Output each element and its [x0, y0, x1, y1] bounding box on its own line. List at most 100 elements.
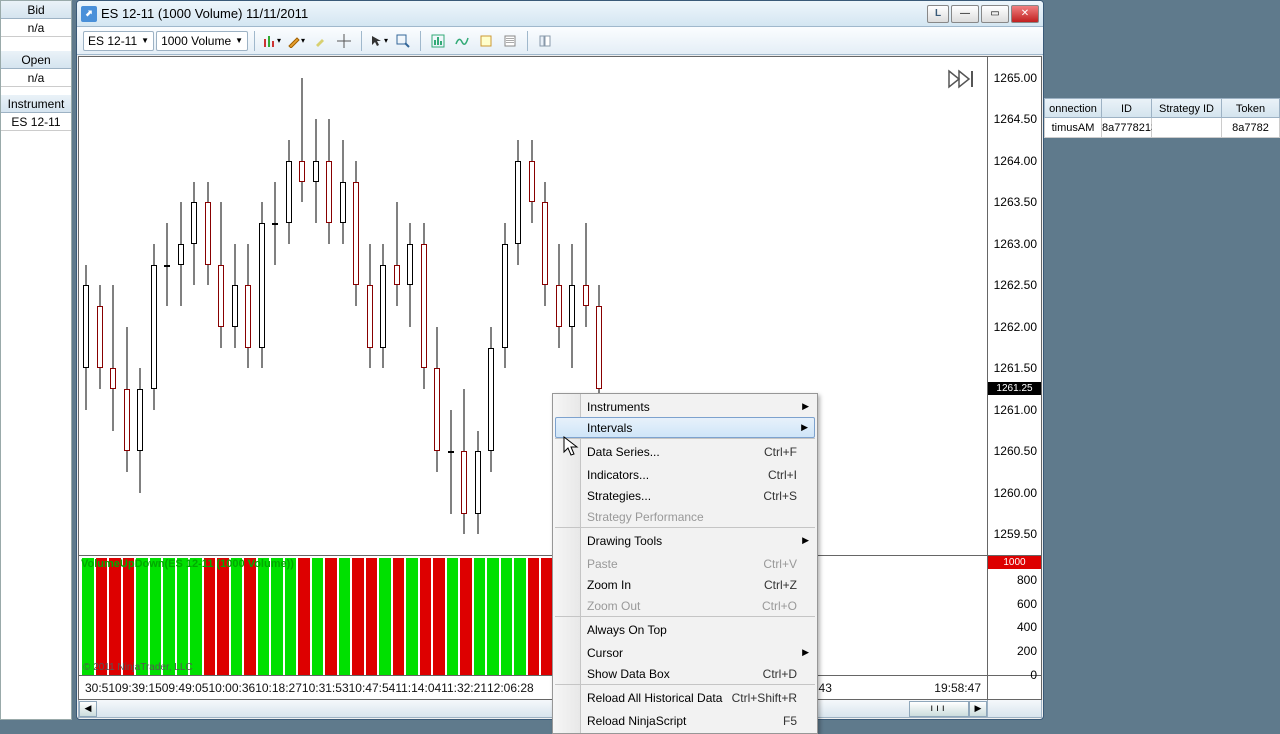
menu-item-shortcut: Ctrl+D: [763, 667, 797, 681]
chart-trader-button[interactable]: [534, 30, 556, 52]
submenu-arrow-icon: ▶: [801, 422, 808, 433]
volume-panel[interactable]: VolumeUpDown(ES 12-11 (1000 Volume)) © 2…: [78, 556, 988, 676]
crosshair-button[interactable]: [333, 30, 355, 52]
submenu-arrow-icon: ▶: [802, 401, 809, 412]
menu-item-cursor[interactable]: Cursor▶: [555, 642, 815, 663]
menu-item-reload-all-historical-data[interactable]: Reload All Historical DataCtrl+Shift+R: [555, 684, 815, 710]
menu-item-strategies[interactable]: Strategies...Ctrl+S: [555, 485, 815, 506]
volume-bar: [474, 558, 486, 675]
price-tick-label: 1263.50: [994, 195, 1037, 209]
price-chart-area[interactable]: [78, 56, 988, 556]
volume-tick-label: 600: [1017, 597, 1037, 611]
title-bar[interactable]: ⬈ ES 12-11 (1000 Volume) 11/11/2011 L — …: [77, 1, 1043, 27]
volume-bar: [109, 558, 121, 675]
volume-bar: [541, 558, 553, 675]
volume-bar: [487, 558, 499, 675]
menu-item-shortcut: Ctrl+S: [763, 489, 797, 503]
time-axis[interactable]: 30:5109:39:1509:49:0510:00:3610:18:2710:…: [78, 676, 988, 700]
price-tick-label: 1262.00: [994, 320, 1037, 334]
volume-bar: [244, 558, 256, 675]
indicators-button[interactable]: [451, 30, 473, 52]
menu-item-always-on-top[interactable]: Always On Top: [555, 616, 815, 642]
menu-item-drawing-tools[interactable]: Drawing Tools▶: [555, 527, 815, 553]
menu-item-label: Instruments: [587, 400, 797, 414]
volume-bar: [298, 558, 310, 675]
menu-item-paste: PasteCtrl+V: [555, 553, 815, 574]
bid-value: n/a: [1, 19, 71, 37]
volume-bar: [433, 558, 445, 675]
menu-item-intervals[interactable]: Intervals▶: [555, 417, 815, 438]
volume-bar: [420, 558, 432, 675]
price-axis[interactable]: 1265.001264.501264.001263.501263.001262.…: [988, 56, 1042, 556]
menu-item-instruments[interactable]: Instruments ▶: [555, 396, 815, 417]
close-button[interactable]: ✕: [1011, 5, 1039, 23]
scroll-thumb[interactable]: ııı: [909, 701, 969, 717]
menu-item-data-series[interactable]: Data Series...Ctrl+F: [555, 438, 815, 464]
time-tick-label: 11:32:21: [441, 681, 487, 695]
app-icon: ⬈: [81, 6, 97, 22]
interval-combo[interactable]: 1000 Volume▼: [156, 31, 248, 51]
cursor-button[interactable]: ▾: [368, 30, 390, 52]
volume-bar: [352, 558, 364, 675]
menu-item-indicators[interactable]: Indicators...Ctrl+I: [555, 464, 815, 485]
highlighter-button[interactable]: [309, 30, 331, 52]
price-tick-label: 1263.00: [994, 237, 1037, 251]
time-tick-label: 10:31:53: [302, 681, 349, 695]
data-series-button[interactable]: [427, 30, 449, 52]
time-tick-label: 12:06:28: [487, 681, 534, 695]
link-button[interactable]: L: [927, 5, 949, 23]
price-tick-label: 1261.50: [994, 361, 1037, 375]
volume-bar: [312, 558, 324, 675]
volume-bar: [460, 558, 472, 675]
volume-axis[interactable]: 10008006004002000: [988, 556, 1042, 676]
draw-pencil-button[interactable]: ▾: [285, 30, 307, 52]
menu-item-reload-ninjascript[interactable]: Reload NinjaScriptF5: [555, 710, 815, 731]
instrument-header: Instrument: [1, 95, 71, 113]
mouse-cursor-icon: [563, 436, 579, 458]
bar-type-button[interactable]: ▾: [261, 30, 283, 52]
zoom-button[interactable]: [392, 30, 414, 52]
volume-bar: [204, 558, 216, 675]
volume-indicator-label: VolumeUpDown(ES 12-11 (1000 Volume)): [81, 558, 294, 570]
menu-item-strategy-performance: Strategy Performance: [555, 506, 815, 527]
time-tick-label: 19:58:47: [934, 681, 981, 695]
volume-bar: [379, 558, 391, 675]
minimize-button[interactable]: —: [951, 5, 979, 23]
price-tick-label: 1260.50: [994, 444, 1037, 458]
grid-header[interactable]: Strategy ID: [1152, 98, 1222, 118]
menu-item-shortcut: Ctrl+F: [764, 445, 797, 459]
volume-bar: [406, 558, 418, 675]
grid-cell: [1152, 118, 1222, 138]
volume-bar: [177, 558, 189, 675]
menu-item-show-data-box[interactable]: Show Data BoxCtrl+D: [555, 663, 815, 684]
chart-toolbar: ES 12-11▼ 1000 Volume▼ ▾ ▾ ▾: [77, 27, 1043, 55]
menu-item-zoom-in[interactable]: Zoom InCtrl+Z: [555, 574, 815, 595]
menu-item-label: Strategy Performance: [587, 510, 797, 524]
volume-bar: [339, 558, 351, 675]
price-tick-label: 1260.00: [994, 486, 1037, 500]
horizontal-scrollbar[interactable]: ◀ ııı ▶: [78, 700, 988, 718]
volume-bar: [96, 558, 108, 675]
strategies-button[interactable]: [475, 30, 497, 52]
price-tick-label: 1264.00: [994, 154, 1037, 168]
volume-bar: [136, 558, 148, 675]
grid-header[interactable]: Token: [1222, 98, 1280, 118]
menu-item-shortcut: Ctrl+Shift+R: [732, 691, 797, 705]
grid-header[interactable]: onnection: [1044, 98, 1102, 118]
volume-bar: [163, 558, 175, 675]
grid-header[interactable]: ID: [1102, 98, 1152, 118]
grid-cell: 8a7782: [1222, 118, 1280, 138]
price-tick-label: 1259.50: [994, 527, 1037, 541]
price-tick-label: 1265.00: [994, 71, 1037, 85]
scroll-right-button[interactable]: ▶: [969, 701, 987, 717]
time-tick-label: 30:51: [85, 681, 115, 695]
skip-forward-icon[interactable]: [947, 69, 975, 92]
interval-combo-text: 1000 Volume: [161, 34, 231, 48]
chart-context-menu[interactable]: Instruments▶Intervals▶Data Series...Ctrl…: [552, 393, 818, 734]
properties-button[interactable]: [499, 30, 521, 52]
volume-bar: [447, 558, 459, 675]
price-tick-label: 1261.00: [994, 403, 1037, 417]
scroll-left-button[interactable]: ◀: [79, 701, 97, 717]
maximize-button[interactable]: ▭: [981, 5, 1009, 23]
instrument-combo[interactable]: ES 12-11▼: [83, 31, 154, 51]
